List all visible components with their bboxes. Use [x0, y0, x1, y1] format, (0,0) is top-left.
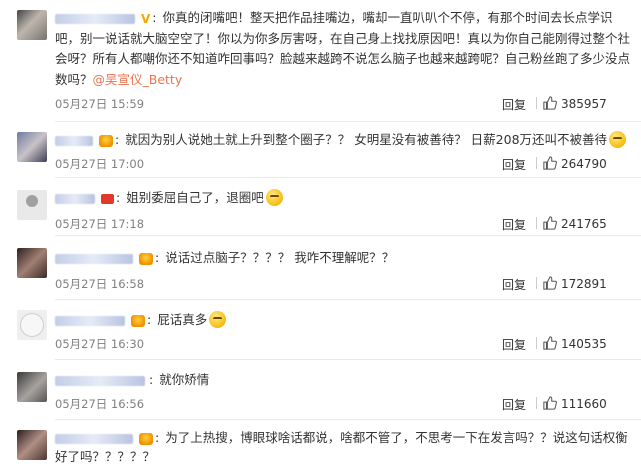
divider — [536, 97, 537, 109]
thumbs-up-icon — [543, 276, 557, 290]
colon: : — [152, 10, 157, 25]
comment-time: 05月27日 17:00 — [55, 157, 145, 171]
like-button[interactable]: 111660 — [536, 396, 631, 411]
divider — [55, 121, 641, 122]
divider — [536, 337, 537, 349]
avatar[interactable] — [17, 430, 47, 460]
like-count: 172891 — [561, 277, 607, 291]
username[interactable] — [55, 135, 93, 146]
divider — [55, 299, 641, 300]
colon: : — [149, 372, 154, 387]
username[interactable] — [55, 433, 133, 444]
like-count: 385957 — [561, 97, 607, 111]
divider — [55, 419, 641, 420]
comment-text: 就因为别人说她土就上升到整个圈子？？ 女明星没有被善待？ 日薪208万还叫不被善… — [125, 132, 608, 147]
like-button[interactable]: 172891 — [536, 276, 631, 291]
reply-button[interactable]: 回复 — [502, 336, 526, 353]
colon: : — [115, 132, 120, 147]
colon: : — [155, 430, 160, 445]
member-icon — [101, 193, 114, 204]
username[interactable] — [55, 375, 145, 386]
smiley-icon — [265, 189, 283, 206]
like-button[interactable]: 385957 — [536, 96, 631, 111]
comment-body: : 说话过点脑子？？？？ 我咋不理解呢？？ — [55, 248, 633, 268]
comment-text: 姐别委屈自己了，退圈吧 — [126, 190, 264, 205]
colon: : — [155, 250, 160, 265]
comment-text: 屁话真多 — [157, 312, 208, 327]
avatar[interactable] — [17, 248, 47, 278]
comment-body: : 屁话真多 — [55, 310, 633, 330]
comment-time: 05月27日 16:30 — [55, 337, 145, 351]
username[interactable] — [55, 193, 95, 204]
avatar[interactable] — [17, 132, 47, 162]
comment-time: 05月27日 17:18 — [55, 217, 145, 231]
avatar[interactable] — [17, 372, 47, 402]
smiley-icon — [609, 131, 627, 148]
divider — [536, 157, 537, 169]
comment-time: 05月27日 16:58 — [55, 277, 145, 291]
reply-button[interactable]: 回复 — [502, 216, 526, 233]
smiley-icon — [209, 311, 227, 328]
colon: : — [116, 190, 121, 205]
divider — [55, 235, 641, 236]
username[interactable] — [55, 253, 133, 264]
divider — [536, 217, 537, 229]
avatar[interactable] — [17, 310, 47, 340]
divider — [536, 277, 537, 289]
like-button[interactable]: 241765 — [536, 216, 631, 231]
username[interactable] — [55, 315, 125, 326]
divider — [536, 397, 537, 409]
thumbs-up-icon — [543, 396, 557, 410]
verified-badge: V — [141, 11, 151, 26]
comment-body: : 姐别委屈自己了，退圈吧 — [55, 188, 633, 208]
like-button[interactable]: 264790 — [536, 156, 631, 171]
like-count: 111660 — [561, 397, 607, 411]
vip-icon — [131, 314, 145, 327]
reply-button[interactable]: 回复 — [502, 96, 526, 113]
thumbs-up-icon — [543, 216, 557, 230]
comment-list: V: 你真的闭嘴吧！整天把作品挂嘴边，嘴却一直叭叭个不停，有那个时间去长点学识吧，… — [0, 0, 641, 465]
vip-icon — [139, 432, 153, 445]
vip-icon — [99, 134, 113, 147]
avatar[interactable] — [17, 190, 47, 220]
comment-body: : 就因为别人说她土就上升到整个圈子？？ 女明星没有被善待？ 日薪208万还叫不被… — [55, 130, 633, 150]
thumbs-up-icon — [543, 336, 557, 350]
thumbs-up-icon — [543, 96, 557, 110]
comment-text: 就你矫情 — [159, 372, 210, 387]
reply-button[interactable]: 回复 — [502, 156, 526, 173]
reply-button[interactable]: 回复 — [502, 396, 526, 413]
divider — [55, 177, 641, 178]
username[interactable] — [55, 13, 135, 24]
vip-icon — [139, 252, 153, 265]
comment-body: : 为了上热搜，博眼球啥话都说，啥都不管了，不思考一下在发言吗？？说这句话权衡好了… — [55, 428, 631, 466]
divider — [55, 359, 641, 360]
mention-link[interactable]: @吴宣仪_Betty — [93, 72, 183, 87]
comment-text: 说话过点脑子？？？？ 我咋不理解呢？？ — [165, 250, 395, 265]
reply-button[interactable]: 回复 — [502, 276, 526, 293]
comment-body: V: 你真的闭嘴吧！整天把作品挂嘴边，嘴却一直叭叭个不停，有那个时间去长点学识吧，… — [55, 8, 633, 90]
like-count: 140535 — [561, 337, 607, 351]
like-count: 264790 — [561, 157, 607, 171]
avatar[interactable] — [17, 10, 47, 40]
like-button[interactable]: 140535 — [536, 336, 631, 351]
comment-body: : 就你矫情 — [55, 370, 633, 390]
thumbs-up-icon — [543, 156, 557, 170]
comment-time: 05月27日 15:59 — [55, 97, 145, 111]
comment-time: 05月27日 16:56 — [55, 397, 145, 411]
like-count: 241765 — [561, 217, 607, 231]
colon: : — [147, 312, 152, 327]
